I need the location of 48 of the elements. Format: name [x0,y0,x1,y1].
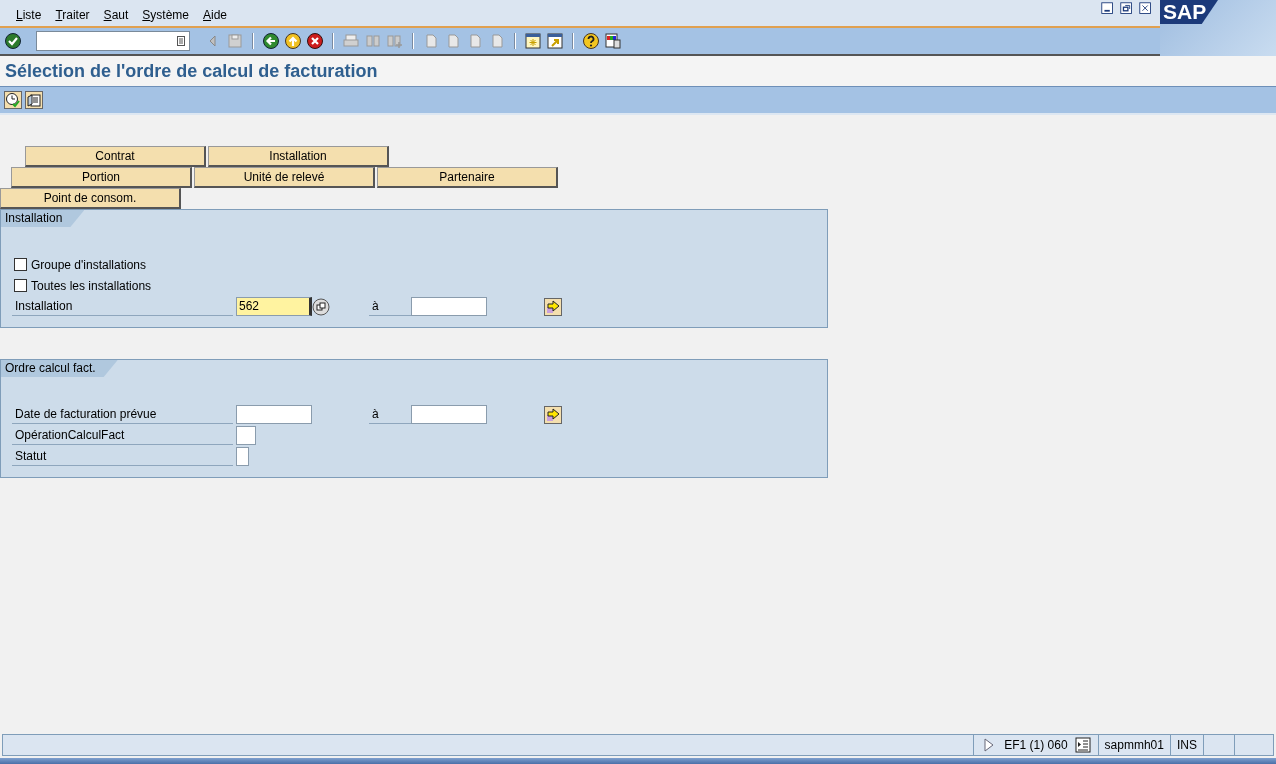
menu-item[interactable]: Liste [16,8,42,22]
menu-item[interactable]: Traiter [55,8,90,22]
menu-item[interactable]: Système [142,8,189,22]
input-field[interactable] [236,426,256,445]
insert-mode: INS [1170,735,1203,755]
selection-button[interactable]: Partenaire [377,167,558,188]
layout-icon[interactable] [604,32,622,50]
field-label: Installation [12,297,233,316]
cancel-icon[interactable] [306,32,324,50]
selection-button[interactable]: Unité de relevé [194,167,375,188]
command-field[interactable] [36,31,190,51]
new-session-icon[interactable] [524,32,542,50]
selection-button[interactable]: Point de consom. [0,188,181,209]
check-icon[interactable] [4,32,22,50]
checkbox-label: Groupe d'installations [31,257,147,272]
screen-title: Sélection de l'ordre de calcul de facturation [4,60,378,82]
multiple-selection-icon[interactable] [544,405,562,424]
input-field[interactable] [411,297,487,316]
multiple-selection-icon[interactable] [544,297,562,316]
checkbox[interactable] [14,258,27,271]
history-list-icon[interactable] [177,36,185,46]
server-name: sapmmh01 [1097,735,1170,755]
checkbox[interactable] [14,279,27,292]
clock-check-icon[interactable] [4,91,22,109]
logo: SAP [1160,0,1218,24]
input-field[interactable] [411,405,487,424]
group-title: Installation [1,210,85,227]
details-icon[interactable] [1073,736,1092,754]
exit-icon[interactable] [284,32,302,50]
field-label: Date de facturation prévue [12,405,233,424]
input-field[interactable]: 562 [236,297,312,316]
back-icon[interactable] [262,32,280,50]
value-help-icon[interactable] [312,297,330,316]
group-title: Ordre calcul fact. [1,360,118,377]
selection-button[interactable]: Portion [11,167,192,188]
selection-button[interactable]: Installation [208,146,389,167]
help-icon[interactable] [582,32,600,50]
field-label: OpérationCalculFact [12,426,233,445]
system-info: EF1 (1) 060 [1004,738,1068,752]
shortcut-icon[interactable] [546,32,564,50]
input-field[interactable] [236,447,249,466]
checkbox-label: Toutes les installations [31,278,152,293]
input-field[interactable] [236,405,312,424]
menu-item[interactable]: Aide [203,8,228,22]
field-label: Statut [12,447,233,466]
document-list-icon[interactable] [25,91,43,109]
menu-item[interactable]: Saut [103,8,129,22]
selection-button[interactable]: Contrat [25,146,206,167]
